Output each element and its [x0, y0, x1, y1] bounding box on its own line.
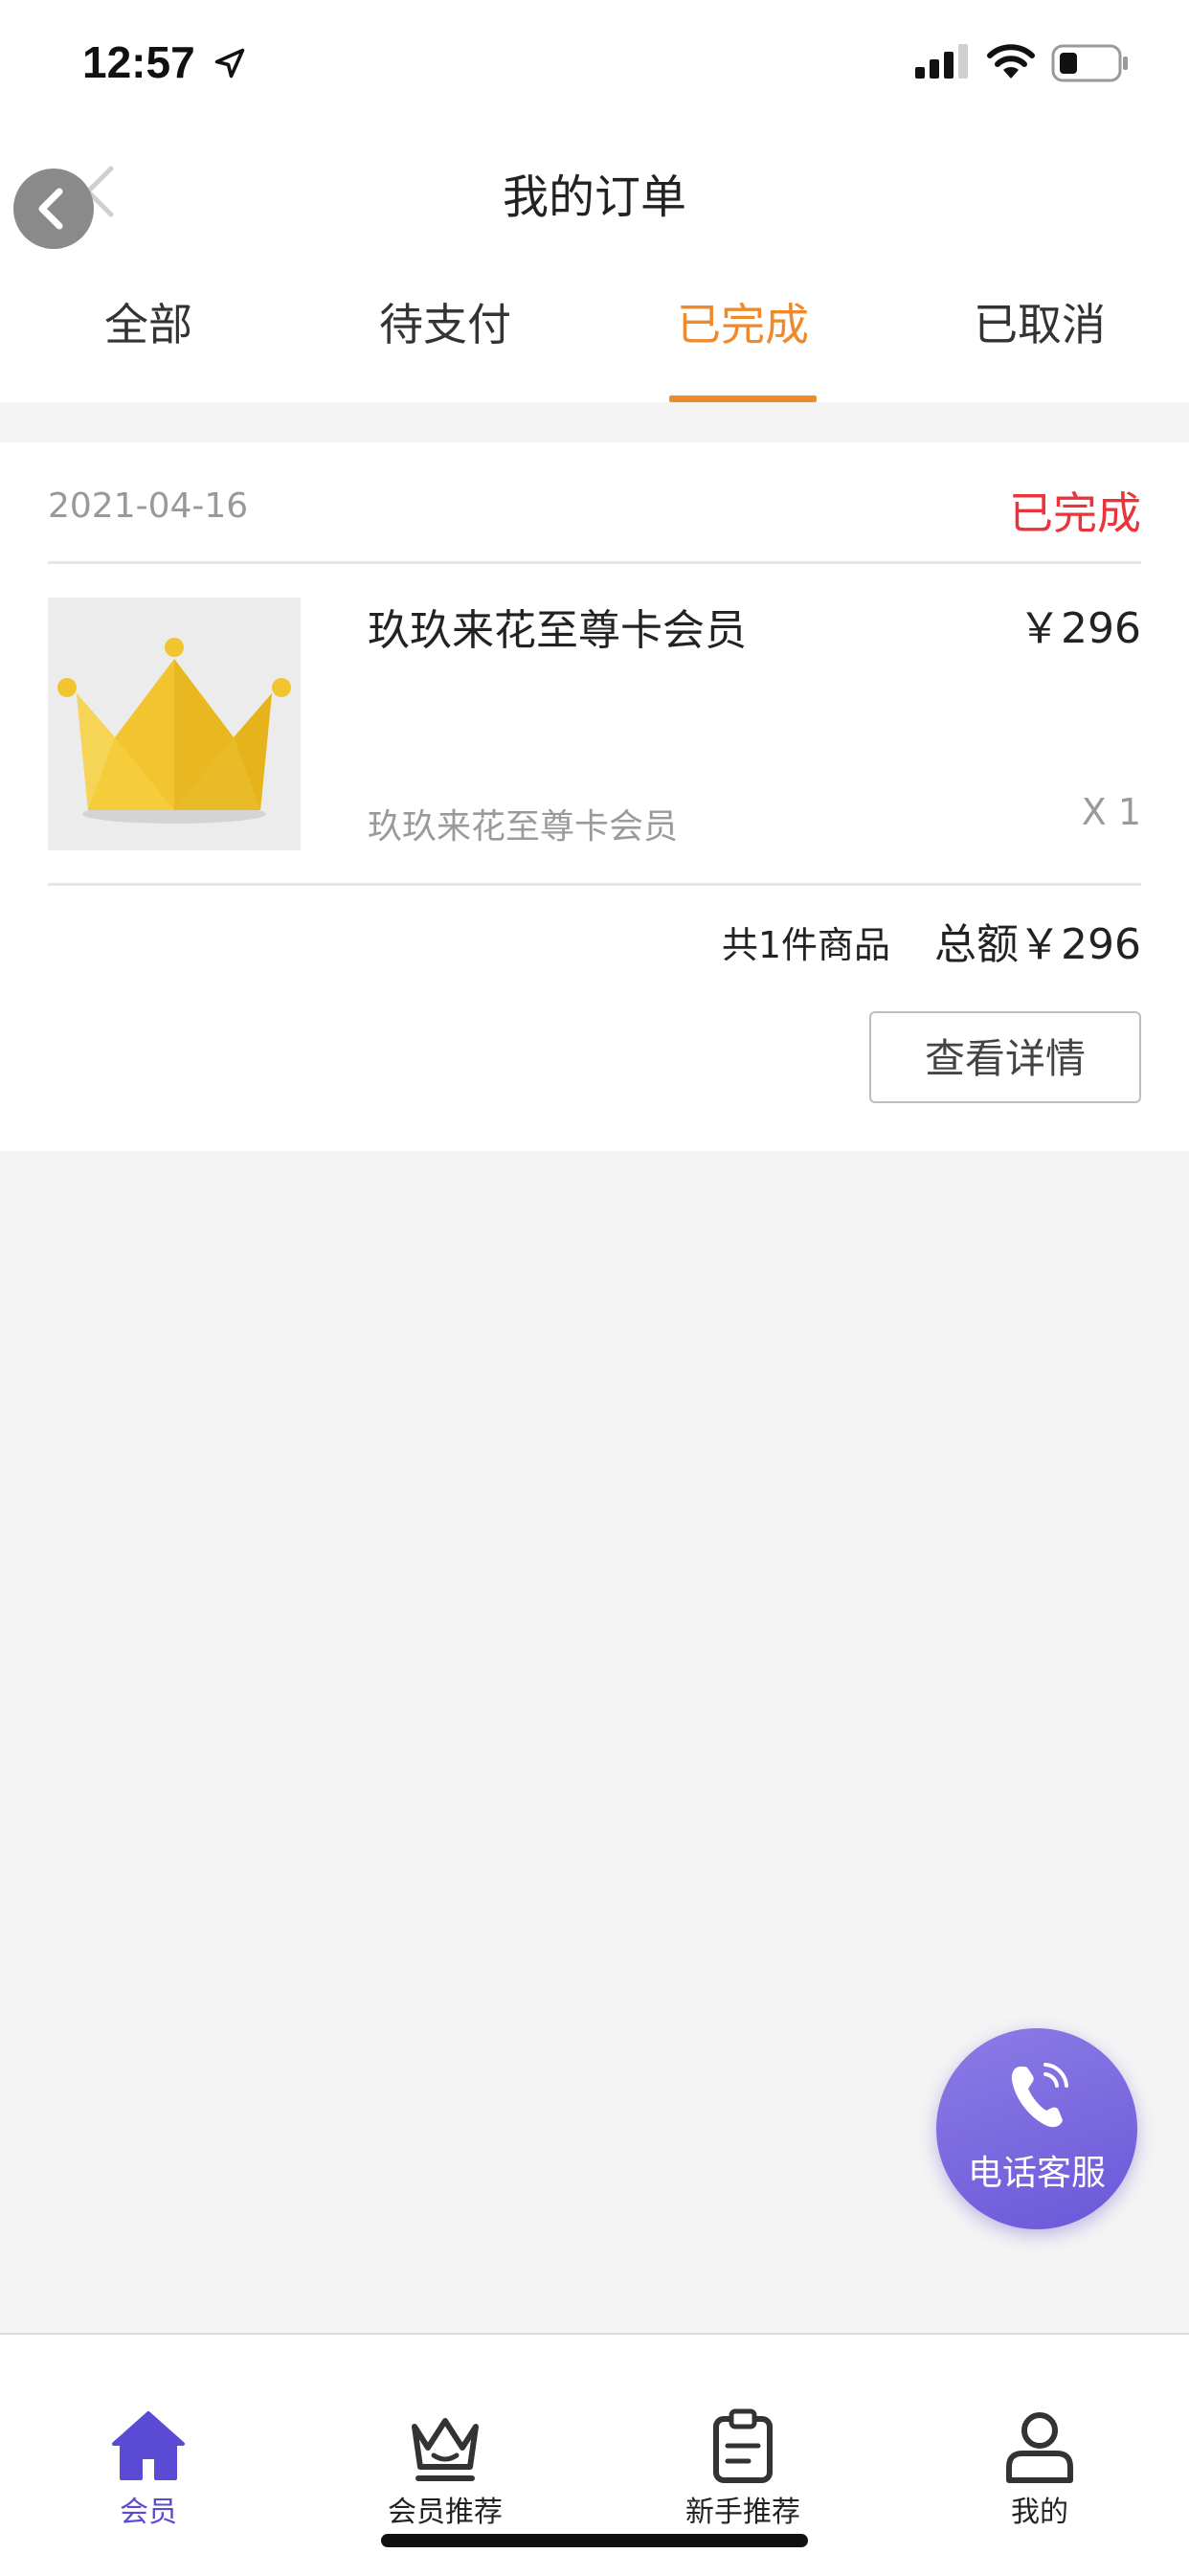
- tabbar-item-newbie-recommend[interactable]: 新手推荐: [594, 2335, 891, 2529]
- order-date: 2021-04-16: [48, 486, 249, 526]
- wifi-icon: [987, 44, 1035, 79]
- status-time: 12:57: [82, 37, 195, 87]
- order-card[interactable]: 2021-04-16 已完成 玖玖来花至尊卡会员 ￥296 玖玖来花至尊卡会员 …: [0, 442, 1189, 1151]
- product-image[interactable]: [48, 598, 301, 850]
- user-icon: [1006, 2412, 1073, 2483]
- tabbar-item-mine[interactable]: 我的: [891, 2335, 1188, 2529]
- phone-support-button[interactable]: 电话客服: [936, 2028, 1137, 2229]
- tabbar-item-member[interactable]: 会员: [0, 2335, 297, 2529]
- tab-active-indicator: [669, 395, 817, 402]
- crown-image: [57, 638, 291, 824]
- phone-icon: [1011, 2063, 1068, 2128]
- tab-cancelled[interactable]: 已取消: [891, 268, 1188, 402]
- tabbar-label: 会员: [120, 2496, 177, 2529]
- tabbar-label: 会员推荐: [388, 2496, 503, 2529]
- crown-icon: [412, 2418, 479, 2481]
- tab-pending-payment[interactable]: 待支付: [297, 268, 594, 402]
- product-name: 玖玖来花至尊卡会员: [368, 606, 747, 655]
- tabbar-label: 新手推荐: [685, 2496, 800, 2529]
- cellular-signal-icon: [915, 44, 968, 79]
- order-status: 已完成: [1009, 487, 1141, 539]
- phone-support-label: 电话客服: [967, 2154, 1106, 2193]
- location-arrow-icon: [214, 48, 245, 79]
- page-title: 我的订单: [502, 170, 686, 224]
- clipboard-icon: [713, 2408, 773, 2483]
- order-total: 总额￥296: [934, 920, 1141, 969]
- tab-label: 待支付: [379, 299, 511, 350]
- status-bar: 12:57: [0, 0, 1189, 134]
- tab-label: 已完成: [677, 299, 809, 350]
- divider: [48, 561, 1141, 564]
- tab-completed[interactable]: 已完成: [594, 268, 891, 402]
- product-quantity: X 1: [1081, 791, 1141, 833]
- view-details-button[interactable]: 查看详情: [869, 1011, 1141, 1103]
- tab-label: 全部: [104, 299, 192, 350]
- battery-icon: [1051, 44, 1128, 82]
- home-indicator: [381, 2534, 808, 2547]
- product-subtitle: 玖玖来花至尊卡会员: [368, 807, 679, 847]
- tabbar-item-member-recommend[interactable]: 会员推荐: [297, 2335, 594, 2529]
- order-tabs: 全部 待支付 已完成 已取消: [0, 268, 1189, 402]
- tab-all[interactable]: 全部: [0, 268, 297, 402]
- home-icon: [112, 2411, 185, 2480]
- item-count: 共1件商品: [721, 924, 890, 966]
- tab-label: 已取消: [974, 299, 1106, 350]
- divider: [48, 883, 1141, 886]
- product-price: ￥296: [1019, 604, 1141, 653]
- tabbar-label: 我的: [1011, 2496, 1068, 2529]
